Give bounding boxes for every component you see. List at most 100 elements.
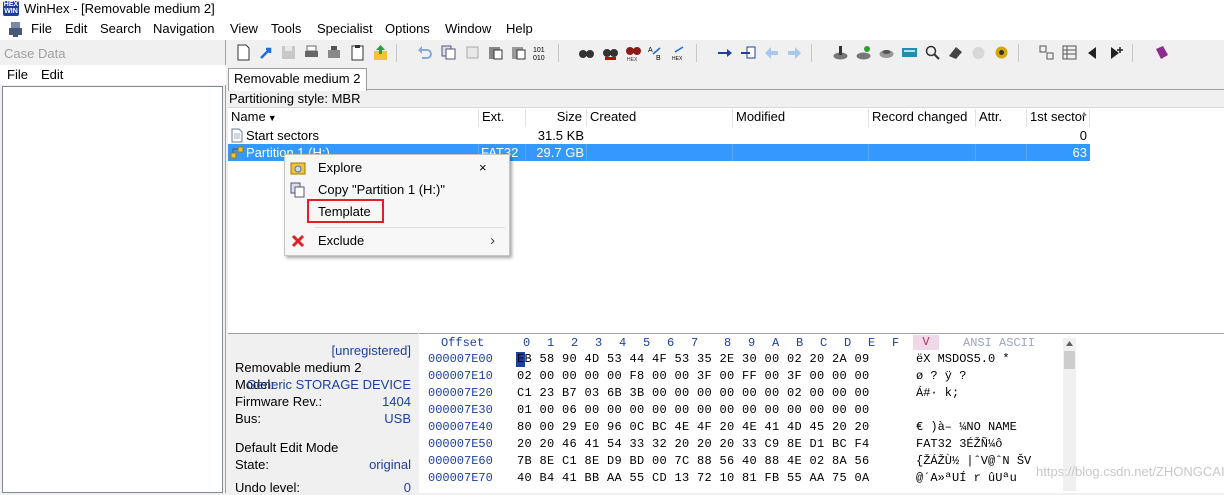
column-header-ext[interactable]: Ext. — [479, 109, 526, 127]
analyze-icon[interactable] — [924, 44, 941, 61]
edit-mode-label: Default Edit Mode — [235, 440, 339, 455]
column-header-modified[interactable]: Modified — [733, 109, 869, 127]
column-header-name[interactable]: Name ▼ — [228, 109, 479, 127]
help-book-icon[interactable] — [1153, 44, 1170, 61]
device-name: Removable medium 2 — [235, 360, 362, 375]
partitioning-style-label: Partitioning style: MBR — [229, 91, 361, 106]
toolbar-separator — [811, 44, 812, 62]
previous-icon[interactable] — [1084, 44, 1101, 61]
cell-divider — [733, 144, 869, 161]
partition-icon — [230, 146, 244, 159]
svg-text:A: A — [648, 47, 653, 54]
copy-hex-icon[interactable] — [464, 44, 481, 61]
menu-search[interactable]: Search — [100, 21, 141, 36]
properties-icon[interactable] — [326, 44, 343, 61]
replace-text-icon[interactable]: HEX — [625, 44, 642, 61]
export-icon[interactable] — [372, 44, 389, 61]
menu-tools[interactable]: Tools — [271, 21, 301, 36]
column-headers: 0 1 2 3 4 5 6 7 8 9 A B C D E F — [523, 336, 900, 350]
write-icon[interactable] — [510, 44, 527, 61]
toolbar-separator — [558, 44, 559, 62]
ascii-mode-mark[interactable]: V — [913, 335, 939, 350]
hex-row[interactable]: 000007E20 C1 23 B7 03 6B 3B 00 00 00 00 0… — [419, 386, 1059, 403]
bus-label: Bus: — [235, 411, 262, 426]
copy-block-icon[interactable] — [440, 44, 457, 61]
goto-offset-icon[interactable] — [717, 44, 734, 61]
open-disk-icon[interactable] — [832, 44, 849, 61]
device-info-pane: [unregistered] Removable medium 2 Model:… — [228, 333, 418, 495]
clipboard-icon[interactable] — [349, 44, 366, 61]
case-tree[interactable] — [2, 86, 223, 493]
column-header-attr[interactable]: Attr. — [976, 109, 1027, 127]
table-row[interactable]: Start sectors 31.5 KB 0 — [228, 127, 1090, 144]
hex-row[interactable]: 000007E50 20 20 46 41 54 33 32 20 20 20 3… — [419, 437, 1059, 454]
menu-file[interactable]: File — [31, 21, 52, 36]
column-header-record-changed[interactable]: Record changed — [869, 109, 976, 127]
svg-text:010: 010 — [533, 55, 545, 61]
find-hex-icon[interactable] — [602, 44, 619, 61]
document-tab-strip: Removable medium 2 — [228, 66, 1224, 91]
column-header-size[interactable]: Size — [526, 109, 587, 127]
undo-icon[interactable] — [416, 44, 433, 61]
menu-help[interactable]: Help — [506, 21, 533, 36]
toolbar-separator — [396, 44, 397, 62]
forward-icon[interactable] — [786, 44, 803, 61]
back-icon[interactable] — [763, 44, 780, 61]
replace-hex-icon[interactable]: AB — [648, 44, 665, 61]
hex-row[interactable]: 000007E10 02 00 00 00 00 F8 00 00 3F 00 F… — [419, 369, 1059, 386]
case-data-pane: Case Data File Edit — [0, 40, 226, 493]
goto-sector-icon[interactable] — [740, 44, 757, 61]
hex-search-icon[interactable]: HEX — [671, 44, 688, 61]
hex-row[interactable]: 000007E00 EB 58 90 4D 53 44 4F 53 35 2E … — [419, 352, 1059, 369]
state-label: State: — [235, 457, 269, 472]
tab-removable-medium-2[interactable]: Removable medium 2 — [228, 68, 367, 91]
bus-value: USB — [384, 411, 411, 426]
clone-disk-icon[interactable] — [878, 44, 895, 61]
window-title: WinHex - [Removable medium 2] — [24, 1, 215, 16]
hex-row[interactable]: 000007E30 01 00 06 00 00 00 00 00 00 00 0… — [419, 403, 1059, 420]
close-icon[interactable]: × — [479, 160, 487, 175]
copy-icon — [290, 182, 305, 198]
submenu-arrow-icon: › — [490, 232, 495, 249]
list-view-icon[interactable] — [1061, 44, 1078, 61]
scrollbar-thumb[interactable] — [1064, 351, 1075, 369]
case-menu-edit[interactable]: Edit — [41, 67, 63, 82]
case-menu-file[interactable]: File — [7, 67, 28, 82]
find-text-icon[interactable] — [578, 44, 595, 61]
new-file-icon[interactable] — [235, 44, 252, 61]
hex-row[interactable]: 000007E60 7B 8E C1 8E D9 BD 00 7C 88 56 4… — [419, 454, 1059, 471]
open-icon[interactable] — [258, 44, 275, 61]
tree-view-icon[interactable] — [1038, 44, 1055, 61]
hex-row[interactable]: 000007E70 40 B4 41 BB AA 55 CD 13 72 10 8… — [419, 471, 1059, 488]
calculator-icon[interactable] — [901, 44, 918, 61]
menu-view[interactable]: View — [230, 21, 258, 36]
cell-divider — [869, 144, 976, 161]
gear-icon[interactable] — [993, 44, 1010, 61]
menu-window[interactable]: Window — [445, 21, 491, 36]
toolbar-separator — [1018, 44, 1019, 62]
column-header-first-sector[interactable]: 1st sector ▲ — [1027, 109, 1090, 127]
column-header-created[interactable]: Created — [587, 109, 733, 127]
wipe-icon[interactable] — [947, 44, 964, 61]
binary-icon[interactable]: 101010 — [533, 44, 550, 61]
scroll-up-icon[interactable] — [1065, 339, 1074, 348]
menu-edit[interactable]: Edit — [65, 21, 87, 36]
print-icon[interactable] — [303, 44, 320, 61]
next-icon[interactable] — [1107, 44, 1124, 61]
menu-item-copy[interactable]: Copy "Partition 1 (H:)" — [285, 179, 509, 201]
menu-options[interactable]: Options — [385, 21, 430, 36]
menu-specialist[interactable]: Specialist — [317, 21, 373, 36]
firmware-value: 1404 — [382, 394, 411, 409]
save-icon[interactable] — [280, 44, 297, 61]
tool-gray-icon[interactable] — [970, 44, 987, 61]
menu-item-explore[interactable]: Explore × — [285, 157, 509, 179]
ascii-header: ANSI ASCII — [963, 336, 1036, 350]
hex-row[interactable]: 000007E40 80 00 29 E0 96 0C BC 4E 4F 20 4… — [419, 420, 1059, 437]
model-value: Generic STORAGE DEVICE — [246, 377, 411, 392]
svg-text:HEX: HEX — [672, 56, 683, 61]
system-menu-icon[interactable] — [8, 21, 23, 37]
paste-icon[interactable] — [487, 44, 504, 61]
menu-item-exclude[interactable]: Exclude › — [285, 230, 509, 252]
menu-navigation[interactable]: Navigation — [153, 21, 214, 36]
ram-icon[interactable] — [855, 44, 872, 61]
